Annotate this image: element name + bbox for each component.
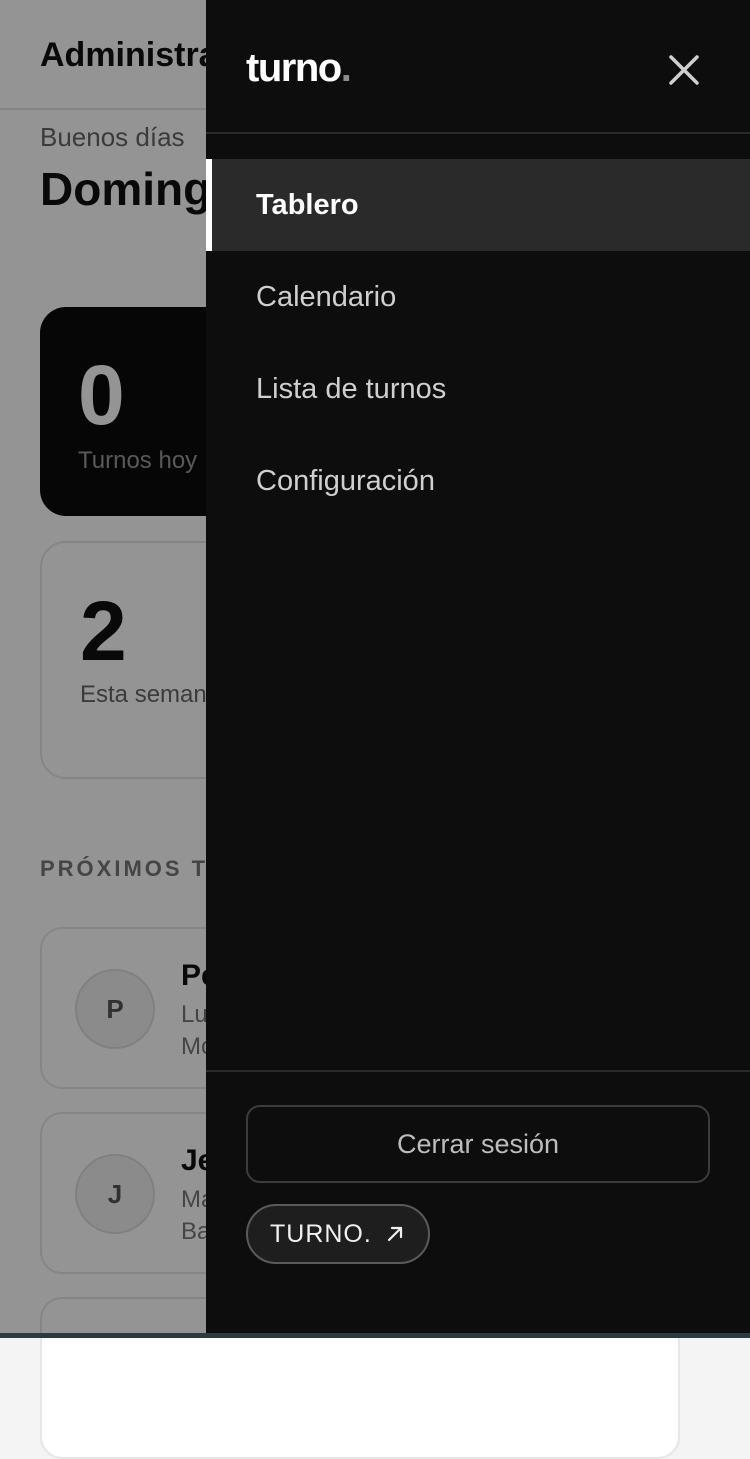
nav-item-configuracion[interactable]: Configuración: [206, 435, 750, 527]
turno-logo[interactable]: turno.: [246, 46, 352, 91]
turno-brand-link[interactable]: TURNO.: [246, 1204, 430, 1264]
drawer-header: turno.: [206, 0, 750, 134]
navigation-drawer: turno. Tablero Calendario Lista de turno…: [206, 0, 750, 1333]
logo-text: turno: [246, 46, 342, 90]
arrow-up-right-icon: [387, 1226, 402, 1242]
nav-item-tablero[interactable]: Tablero: [206, 159, 750, 251]
close-icon: [669, 55, 699, 85]
logo-dot: .: [340, 46, 352, 90]
drawer-footer: Cerrar sesión TURNO.: [206, 1070, 750, 1333]
nav-item-calendario[interactable]: Calendario: [206, 251, 750, 343]
bottom-edge: [0, 1333, 750, 1338]
brand-link-label: TURNO.: [270, 1219, 372, 1248]
nav-item-lista-de-turnos[interactable]: Lista de turnos: [206, 343, 750, 435]
close-drawer-button[interactable]: [660, 46, 708, 94]
logout-button[interactable]: Cerrar sesión: [246, 1105, 710, 1183]
drawer-nav: Tablero Calendario Lista de turnos Confi…: [206, 159, 750, 527]
